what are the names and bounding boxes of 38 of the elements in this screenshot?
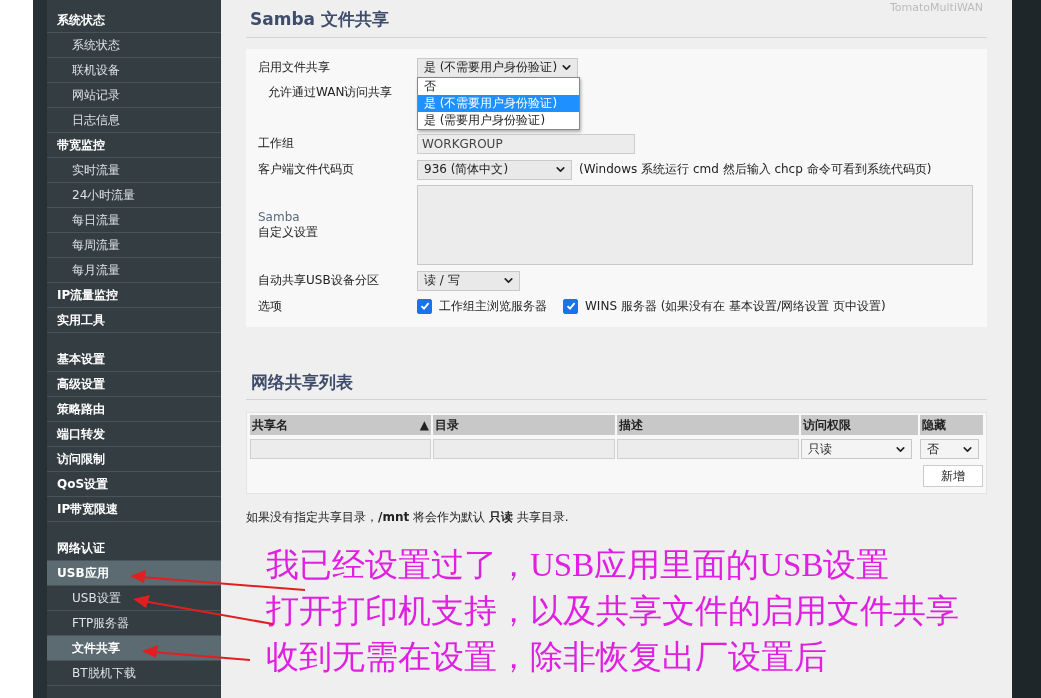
input-field[interactable] xyxy=(250,439,431,459)
field-label: 自动共享USB设备分区 xyxy=(258,272,380,289)
dropdown-option[interactable]: 否 xyxy=(418,77,579,95)
field-label: 允许通过WAN访问共享 xyxy=(267,84,394,101)
column-header[interactable]: 目录 xyxy=(433,415,615,435)
section-title: 网络共享列表 xyxy=(246,371,987,400)
annotation-text: 打开打印机支持，以及共享文件的启用文件共享 xyxy=(266,592,960,631)
menu-group[interactable]: USB应用 xyxy=(47,561,221,586)
field-label: 工作组 xyxy=(258,135,295,152)
menu-item[interactable]: 文件共享 xyxy=(47,636,221,661)
column-header[interactable]: 隐藏 xyxy=(920,415,983,435)
add-button[interactable]: 新增 xyxy=(923,465,983,487)
dropdown[interactable]: 读 / 写 xyxy=(417,270,520,291)
dropdown[interactable]: 只读 xyxy=(801,439,912,459)
note-text: 如果没有指定共享目录，/mnt 将会作为默认 只读 共享目录. xyxy=(246,509,570,526)
checkbox[interactable] xyxy=(417,298,432,314)
field-label: 选项 xyxy=(258,297,283,315)
dropdown[interactable]: 936 (简体中文) xyxy=(417,159,572,180)
hint-text: (Windows 系统运行 cmd 然后输入 chcp 命令可看到系统代码页) xyxy=(579,161,932,178)
field-label: 启用文件共享 xyxy=(258,59,331,76)
column-header[interactable]: 共享名 ▲ xyxy=(250,415,431,435)
checkbox[interactable] xyxy=(563,298,578,314)
column-header[interactable]: 描述 xyxy=(617,415,799,435)
input-field[interactable] xyxy=(617,439,799,459)
page-title: Samba 文件共享 xyxy=(250,8,389,31)
checkbox-label: 工作组主浏览服务器 xyxy=(439,297,547,315)
annotation-text: 我已经设置过了，USB应用里面的USB设置 xyxy=(266,546,891,585)
input-field[interactable] xyxy=(433,439,615,459)
field-label: 客户端文件代码页 xyxy=(258,161,355,178)
dropdown[interactable]: 否 xyxy=(920,439,979,459)
column-header[interactable]: 访问权限 xyxy=(801,415,918,435)
check-icon xyxy=(419,301,430,311)
text-area[interactable] xyxy=(417,185,973,265)
field-label: Samba 自定义设置 xyxy=(258,209,319,241)
dropdown[interactable]: 是 (不需要用户身份验证) xyxy=(417,57,578,78)
checkbox-label: WINS 服务器 (如果没有在 基本设置/网络设置 页中设置) xyxy=(585,297,886,315)
annotation-text: 收到无需在设置，除非恢复出厂设置后 xyxy=(266,638,828,677)
check-icon xyxy=(565,301,576,311)
